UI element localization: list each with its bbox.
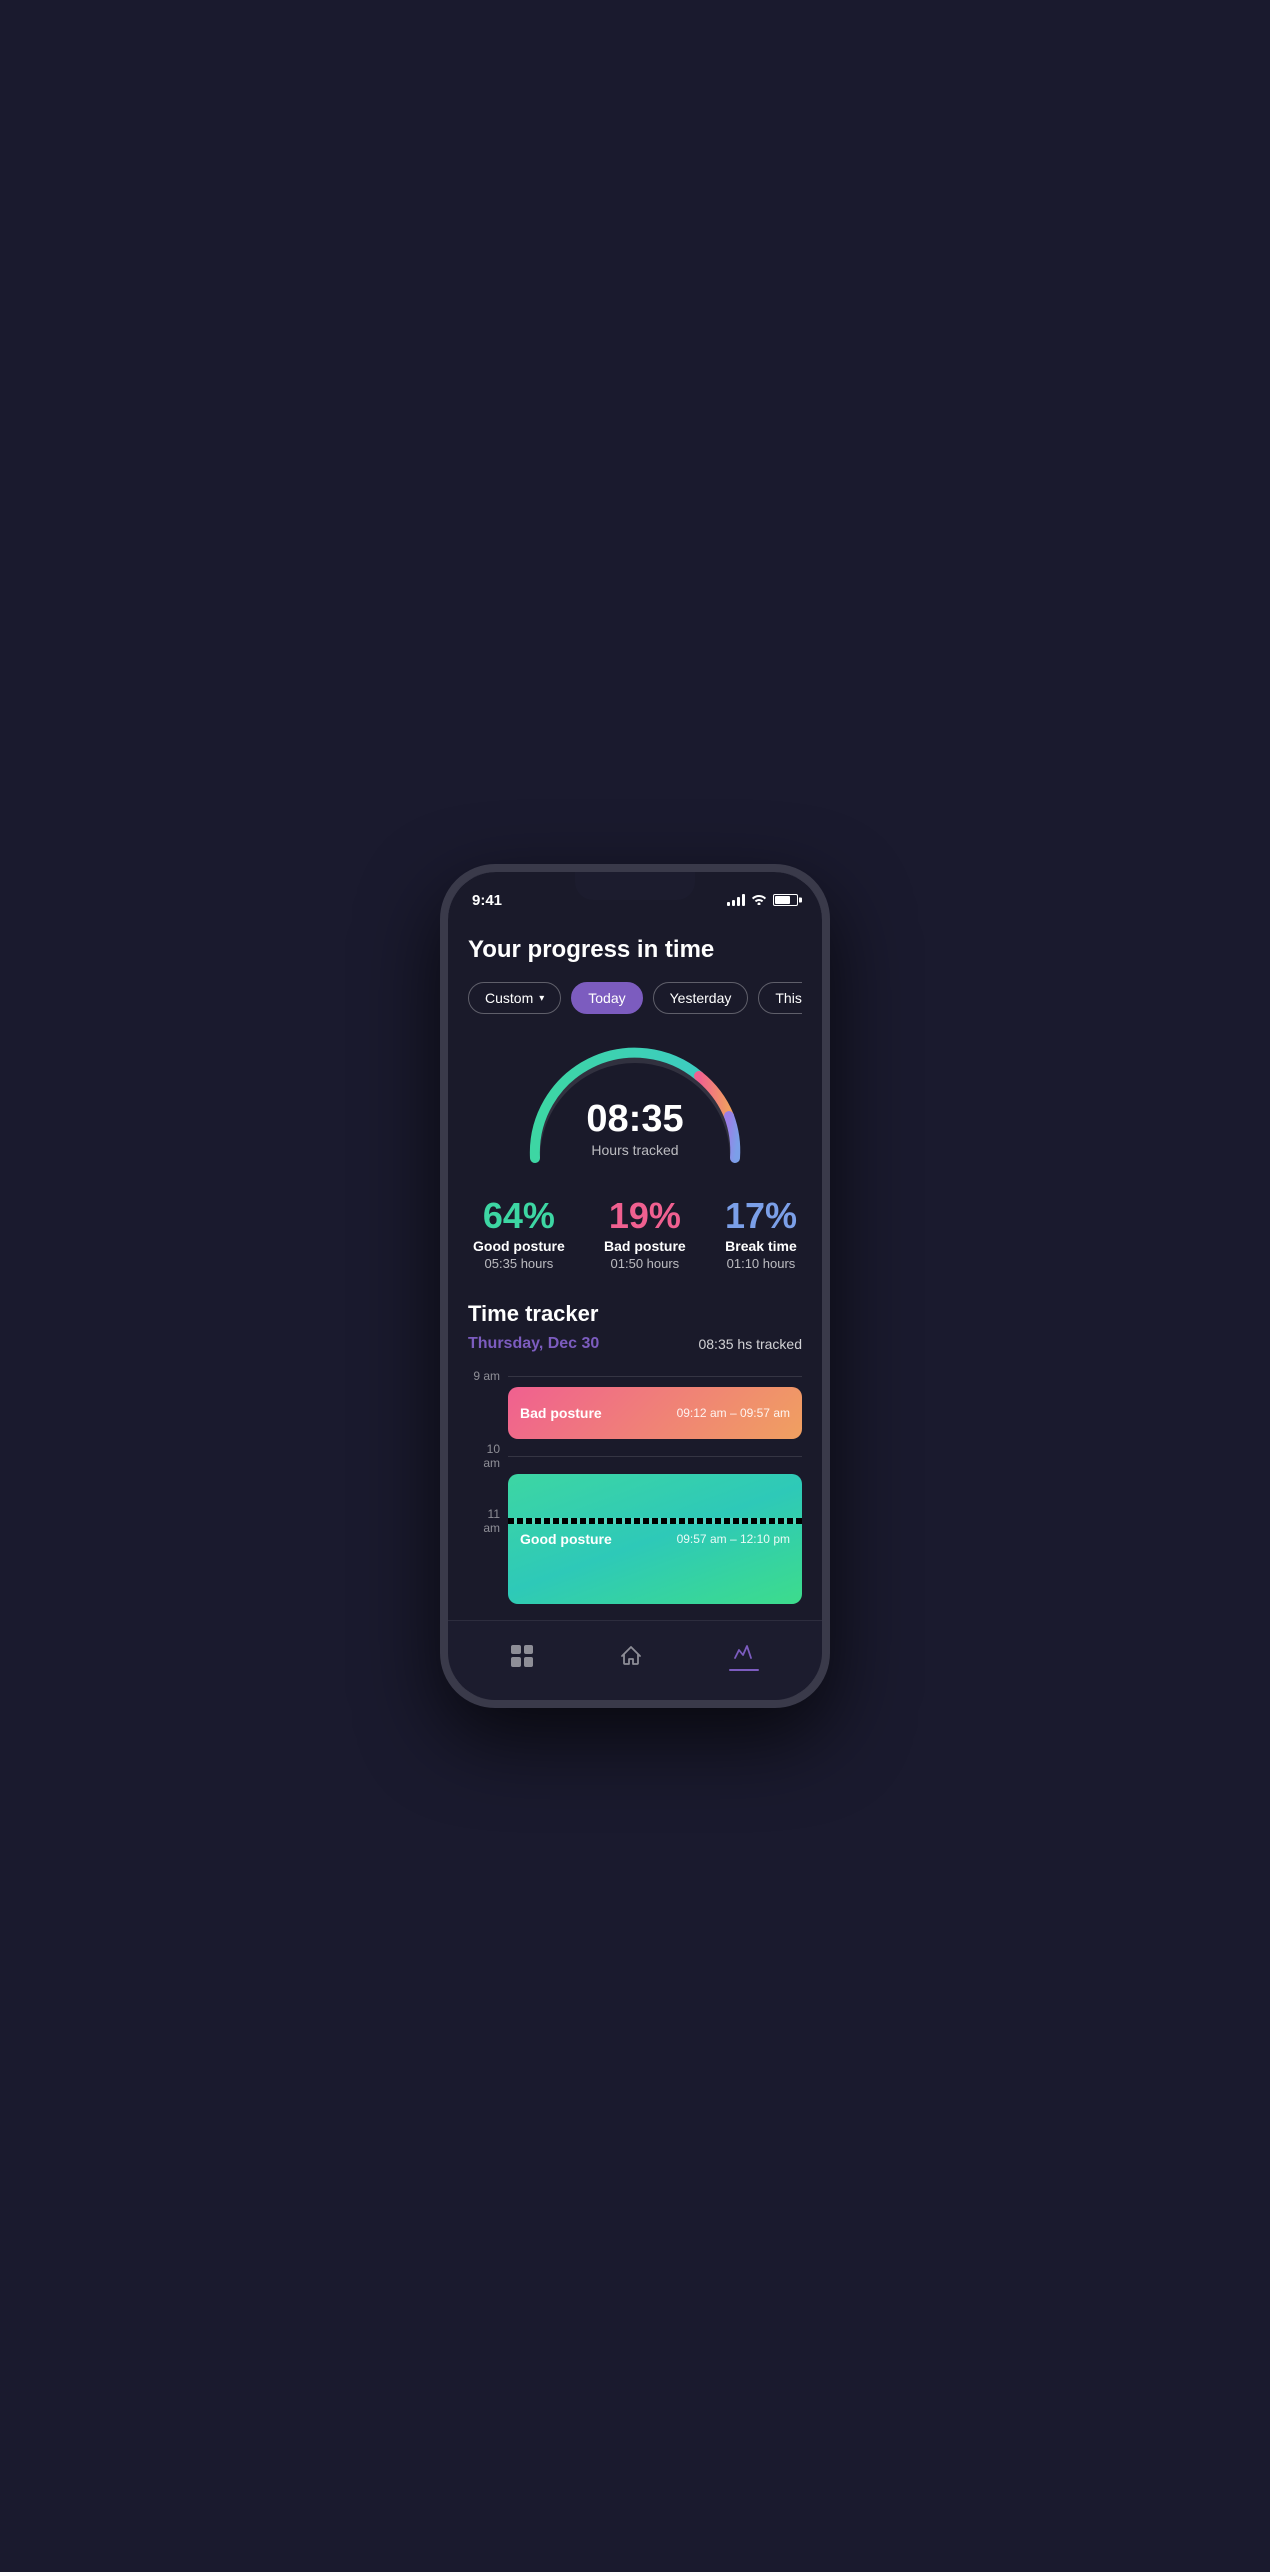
battery-icon <box>773 894 798 906</box>
chart-icon <box>732 1641 756 1665</box>
tracker-tracked: 08:35 hs tracked <box>698 1336 802 1352</box>
stat-bad-posture: 19% Bad posture 01:50 hours <box>604 1198 686 1271</box>
gauge-container: 08:35 Hours tracked <box>515 1038 755 1168</box>
timeline: 9 am Bad posture 09:12 am – 09:57 am 10 … <box>468 1369 802 1630</box>
signal-icon <box>727 894 745 906</box>
nav-chart[interactable] <box>709 1633 779 1679</box>
filter-today[interactable]: Today <box>571 982 642 1014</box>
gauge-label: Hours tracked <box>586 1142 683 1158</box>
block-bad-label: Bad posture <box>520 1405 602 1421</box>
wifi-icon <box>751 892 767 908</box>
bottom-nav <box>448 1620 822 1700</box>
filter-custom[interactable]: Custom ▾ <box>468 982 561 1014</box>
time-label-9am: 9 am <box>468 1369 508 1383</box>
chevron-down-icon: ▾ <box>539 993 544 1004</box>
block-good-posture[interactable]: Good posture 09:57 am – 12:10 pm <box>508 1474 802 1604</box>
main-content: Your progress in time Custom ▾ Today Yes… <box>448 916 822 1630</box>
status-icons <box>727 892 798 908</box>
nav-grid[interactable] <box>491 1637 553 1675</box>
stat-break-label: Break time <box>725 1238 797 1254</box>
page-title: Your progress in time <box>468 936 802 964</box>
stat-break-hours: 01:10 hours <box>725 1256 797 1271</box>
phone-inner: 9:41 Your pr <box>448 872 822 1700</box>
filter-this-week[interactable]: This w... <box>758 982 802 1014</box>
nav-home[interactable] <box>599 1636 663 1676</box>
gauge-time: 08:35 <box>586 1100 683 1138</box>
stat-bad-percent: 19% <box>604 1198 686 1234</box>
home-icon <box>619 1644 643 1668</box>
stat-good-posture: 64% Good posture 05:35 hours <box>473 1198 565 1271</box>
tracker-section-title: Time tracker <box>468 1301 802 1327</box>
filter-pills: Custom ▾ Today Yesterday This w... <box>468 982 802 1014</box>
stat-bad-hours: 01:50 hours <box>604 1256 686 1271</box>
filter-yesterday[interactable]: Yesterday <box>653 982 749 1014</box>
gauge-center: 08:35 Hours tracked <box>586 1100 683 1158</box>
grid-icon <box>511 1645 533 1667</box>
time-label-11am: 11 am <box>468 1507 508 1535</box>
stat-good-label: Good posture <box>473 1238 565 1254</box>
time-label-10am: 10 am <box>468 1442 508 1470</box>
tracker-date: Thursday, Dec 30 <box>468 1335 599 1353</box>
gauge-section: 08:35 Hours tracked <box>468 1038 802 1168</box>
nav-active-indicator <box>729 1669 759 1671</box>
stat-break-percent: 17% <box>725 1198 797 1234</box>
stat-good-hours: 05:35 hours <box>473 1256 565 1271</box>
stat-break-time: 17% Break time 01:10 hours <box>725 1198 797 1271</box>
notch <box>575 872 695 900</box>
stats-row: 64% Good posture 05:35 hours 19% Bad pos… <box>468 1198 802 1271</box>
block-bad-time: 09:12 am – 09:57 am <box>677 1406 790 1420</box>
stat-good-percent: 64% <box>473 1198 565 1234</box>
tracker-header: Thursday, Dec 30 08:35 hs tracked <box>468 1335 802 1353</box>
phone-frame: 9:41 Your pr <box>440 864 830 1708</box>
status-time: 9:41 <box>472 892 502 909</box>
block-bad-posture[interactable]: Bad posture 09:12 am – 09:57 am <box>508 1387 802 1439</box>
stat-bad-label: Bad posture <box>604 1238 686 1254</box>
